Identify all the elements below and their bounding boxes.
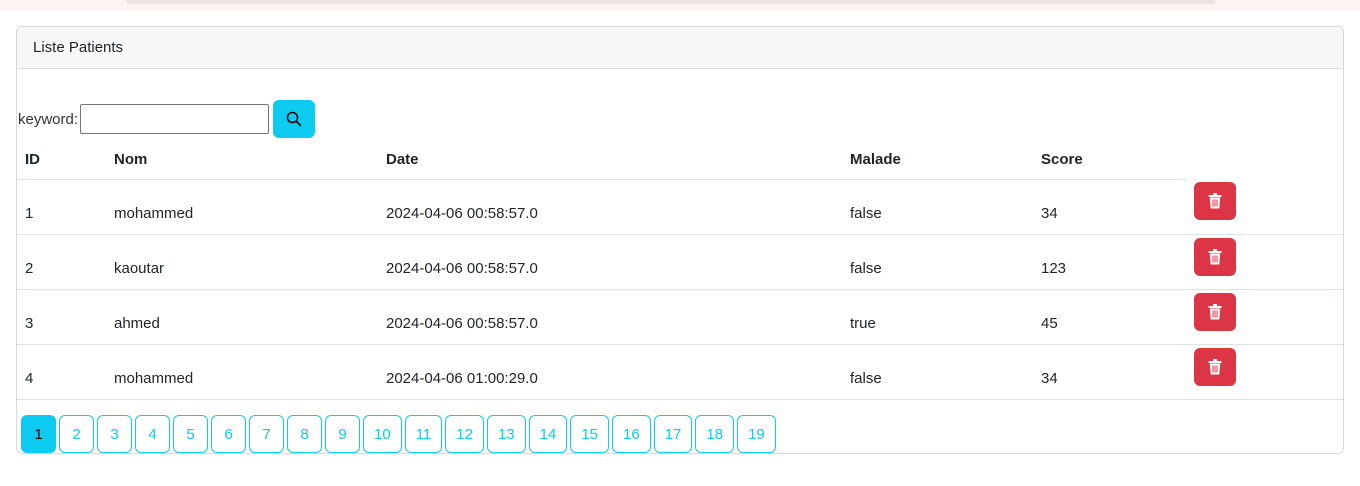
trash-icon: [1208, 303, 1222, 319]
page-button-9[interactable]: 9: [325, 415, 360, 453]
page-button-19[interactable]: 19: [737, 415, 776, 453]
page-button-3[interactable]: 3: [97, 415, 132, 453]
cell-id: 4: [17, 344, 106, 400]
column-header-score: Score: [1033, 141, 1186, 180]
cell-malade: false: [842, 234, 1033, 290]
keyword-label: keyword:: [18, 110, 79, 128]
page-button-4[interactable]: 4: [135, 415, 170, 453]
cell-nom: kaoutar: [106, 234, 378, 290]
cell-score: 34: [1033, 179, 1186, 235]
cell-action: [1186, 289, 1343, 345]
page-button-16[interactable]: 16: [612, 415, 651, 453]
cell-id: 1: [17, 179, 106, 235]
card-title: Liste Patients: [33, 39, 124, 56]
cell-score: 34: [1033, 344, 1186, 400]
cell-date: 2024-04-06 00:58:57.0: [378, 179, 842, 235]
cell-nom: ahmed: [106, 289, 378, 345]
delete-button[interactable]: [1194, 237, 1236, 276]
page-button-11[interactable]: 11: [404, 415, 443, 453]
top-banner-strip: [0, 0, 1360, 10]
table-row: 4 mohammed 2024-04-06 01:00:29.0 false 3…: [17, 344, 1343, 400]
page-button-7[interactable]: 7: [249, 415, 284, 453]
column-header-malade: Malade: [842, 141, 1033, 180]
pagination: 1 2 3 4 5 6 7 8 9 10 11 12 13 14 15 16 1…: [21, 415, 776, 453]
trash-icon: [1208, 193, 1222, 209]
page-button-18[interactable]: 18: [695, 415, 735, 453]
patients-card: Liste Patients keyword: ID Nom Date Mala…: [16, 26, 1344, 454]
column-header-date: Date: [378, 141, 842, 180]
patients-table: ID Nom Date Malade Score 1 mohammed 2024…: [17, 141, 1343, 400]
column-header-action: [1186, 141, 1343, 179]
cell-malade: false: [842, 344, 1033, 400]
column-header-id: ID: [17, 141, 106, 180]
cell-malade: true: [842, 289, 1033, 345]
cell-nom: mohammed: [106, 179, 378, 235]
page-button-17[interactable]: 17: [653, 415, 693, 453]
cell-action: [1186, 234, 1343, 290]
delete-button[interactable]: [1194, 182, 1236, 221]
page-button-14[interactable]: 14: [528, 415, 568, 453]
search-button[interactable]: [273, 100, 316, 138]
page-button-8[interactable]: 8: [287, 415, 322, 453]
search-icon: [286, 111, 302, 127]
cell-date: 2024-04-06 00:58:57.0: [378, 234, 842, 290]
delete-button[interactable]: [1194, 292, 1236, 331]
cell-id: 2: [17, 234, 106, 290]
table-row: 2 kaoutar 2024-04-06 00:58:57.0 false 12…: [17, 234, 1343, 290]
page-button-1[interactable]: 1: [21, 415, 56, 453]
table-row: 1 mohammed 2024-04-06 00:58:57.0 false 3…: [17, 179, 1343, 235]
cell-malade: false: [842, 179, 1033, 235]
cell-id: 3: [17, 289, 106, 345]
delete-button[interactable]: [1194, 347, 1236, 386]
top-banner-bar: [126, 0, 1216, 4]
cell-action: [1186, 179, 1343, 235]
search-form: keyword:: [17, 100, 316, 138]
page-button-5[interactable]: 5: [173, 415, 208, 453]
page-button-12[interactable]: 12: [445, 415, 484, 453]
page-button-2[interactable]: 2: [59, 415, 94, 453]
trash-icon: [1208, 358, 1222, 374]
cell-score: 123: [1033, 234, 1186, 290]
page-button-6[interactable]: 6: [211, 415, 246, 453]
page-button-15[interactable]: 15: [570, 415, 610, 453]
cell-score: 45: [1033, 289, 1186, 345]
page-button-10[interactable]: 10: [363, 415, 402, 453]
cell-nom: mohammed: [106, 344, 378, 400]
cell-date: 2024-04-06 00:58:57.0: [378, 289, 842, 345]
trash-icon: [1208, 248, 1222, 264]
cell-date: 2024-04-06 01:00:29.0: [378, 344, 842, 400]
table-row: 3 ahmed 2024-04-06 00:58:57.0 true 45: [17, 289, 1343, 345]
keyword-input[interactable]: [80, 104, 270, 134]
table-header-row: ID Nom Date Malade Score: [17, 141, 1343, 180]
column-header-nom: Nom: [106, 141, 378, 180]
page-button-13[interactable]: 13: [486, 415, 526, 453]
card-header: Liste Patients: [17, 27, 1343, 69]
cell-action: [1186, 344, 1343, 400]
